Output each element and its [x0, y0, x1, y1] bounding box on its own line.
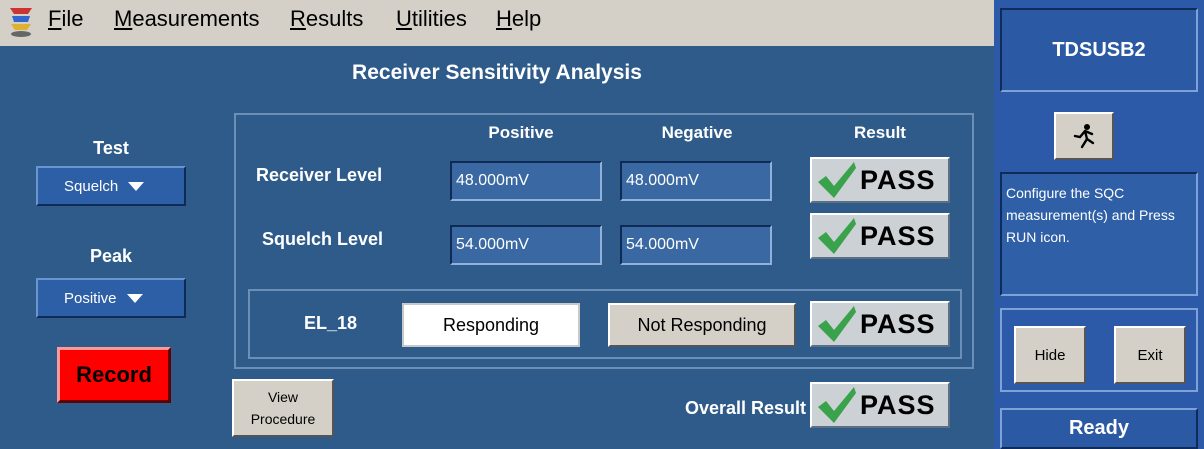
test-label: Test: [93, 138, 129, 158]
peak-dropdown-value: Positive: [64, 289, 117, 307]
result-text: PASS: [860, 389, 936, 420]
page-title: Receiver Sensitivity Analysis: [352, 61, 642, 84]
result-text: PASS: [860, 220, 936, 251]
receiver-level-negative-field[interactable]: 48.000mV: [620, 161, 772, 201]
el18-label: EL_18: [304, 313, 358, 333]
result-text: PASS: [860, 164, 936, 195]
test-dropdown-value: Squelch: [64, 177, 119, 195]
exit-button[interactable]: Exit: [1114, 326, 1186, 384]
overall-result-badge: PASS: [810, 382, 950, 428]
action-button-group: Hide Exit: [1000, 308, 1198, 392]
squelch-level-positive-field[interactable]: 54.000mV: [450, 225, 602, 265]
receiver-level-positive-field[interactable]: 48.000mV: [450, 161, 602, 201]
checkmark-icon: [818, 387, 856, 423]
peak-label: Peak: [89, 246, 133, 266]
squelch-level-result-badge: PASS: [810, 213, 950, 259]
menu-help[interactable]: Help: [496, 6, 541, 32]
el18-result-badge: PASS: [810, 301, 950, 347]
menu-measurements[interactable]: Measurements: [114, 6, 260, 32]
overall-result-label: Overall Result: [684, 398, 806, 418]
receiver-level-label: Receiver Level: [256, 165, 383, 185]
checkmark-icon: [818, 162, 856, 198]
column-header-result: Result: [854, 123, 906, 142]
menu-utilities[interactable]: Utilities: [396, 6, 467, 32]
run-icon: [1073, 124, 1095, 149]
menu-bar: File Measurements Results Utilities Help: [0, 0, 994, 46]
run-button[interactable]: [1054, 112, 1114, 160]
chevron-down-icon: [126, 293, 143, 303]
app-title: TDSUSB2: [1000, 8, 1198, 92]
results-group: Positive Negative Result Receiver Level …: [234, 113, 974, 369]
chevron-down-icon: [128, 181, 145, 191]
hide-button[interactable]: Hide: [1014, 326, 1086, 384]
main-panel: Receiver Sensitivity Analysis Test Squel…: [0, 46, 994, 449]
squelch-level-label: Squelch Level: [262, 229, 384, 249]
test-dropdown[interactable]: Squelch: [36, 166, 186, 206]
record-button[interactable]: Record: [57, 347, 171, 403]
view-procedure-line2: Procedure: [250, 411, 316, 427]
receiver-level-result-badge: PASS: [810, 157, 950, 203]
not-responding-button[interactable]: Not Responding: [608, 303, 796, 347]
peak-dropdown[interactable]: Positive: [36, 278, 186, 318]
menu-results[interactable]: Results: [290, 6, 363, 32]
view-procedure-button[interactable]: View Procedure: [232, 379, 334, 437]
app-icon[interactable]: [6, 6, 36, 38]
result-text: PASS: [860, 308, 936, 339]
checkmark-icon: [818, 306, 856, 342]
view-procedure-line1: View: [267, 389, 299, 405]
el18-group: EL_18 Responding Not Responding PASS: [248, 289, 962, 359]
checkmark-icon: [818, 218, 856, 254]
status-bar: Ready: [1000, 408, 1198, 449]
status-message: Configure the SQC measurement(s) and Pre…: [1000, 172, 1198, 296]
squelch-level-negative-field[interactable]: 54.000mV: [620, 225, 772, 265]
right-panel: TDSUSB2 Configure the SQC measurement(s)…: [994, 0, 1204, 449]
column-header-positive: Positive: [488, 123, 554, 142]
responding-button[interactable]: Responding: [402, 303, 580, 347]
column-header-negative: Negative: [661, 123, 733, 142]
menu-file[interactable]: File: [48, 6, 83, 32]
